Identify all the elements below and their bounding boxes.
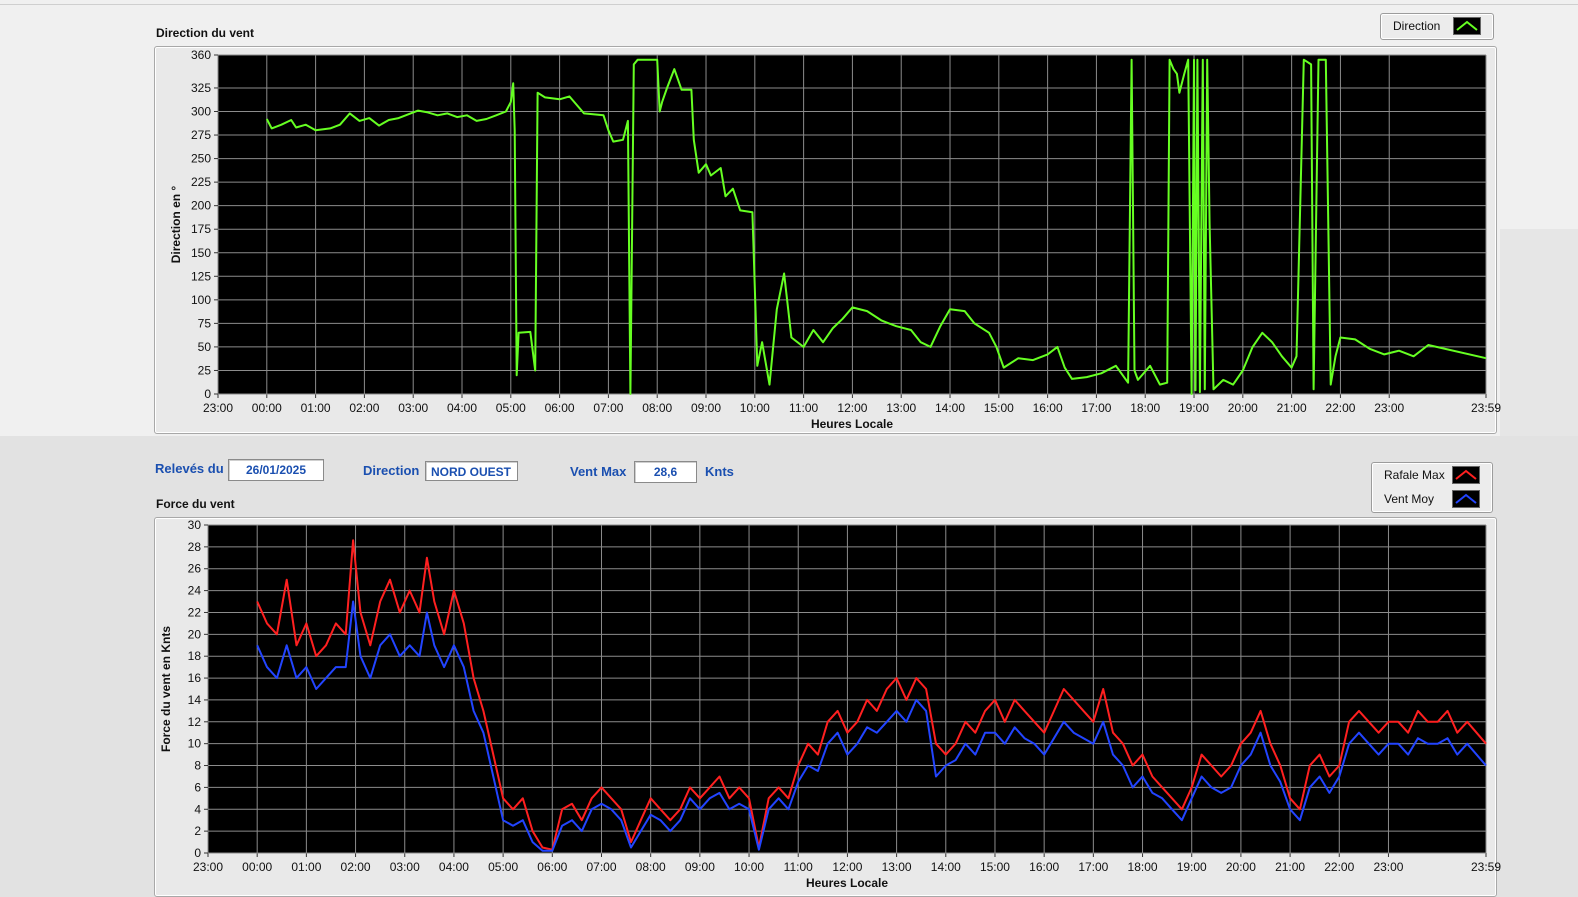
x-tick-label: 04:00: [439, 860, 469, 874]
y-tick-label: 16: [188, 671, 202, 685]
y-tick-label: 0: [194, 846, 201, 860]
y-tick-label: 10: [188, 737, 202, 751]
x-tick-label: 06:00: [537, 860, 567, 874]
x-tick-label: 17:00: [1078, 860, 1108, 874]
y-tick-label: 14: [188, 693, 202, 707]
y-tick-label: 26: [188, 562, 202, 576]
y-tick-label: 24: [188, 584, 202, 598]
x-tick-label: 01:00: [291, 860, 321, 874]
x-axis-label: Heures Locale: [806, 876, 888, 890]
x-tick-label: 20:00: [1226, 860, 1256, 874]
x-tick-label: 09:00: [685, 860, 715, 874]
x-tick-label: 15:00: [980, 860, 1010, 874]
x-tick-label: 23:00: [193, 860, 223, 874]
x-tick-label: 13:00: [882, 860, 912, 874]
x-tick-label: 21:00: [1275, 860, 1305, 874]
y-axis-label: Force du vent en Knts: [159, 626, 173, 752]
x-tick-label: 02:00: [341, 860, 371, 874]
x-tick-label: 16:00: [1029, 860, 1059, 874]
y-tick-label: 20: [188, 627, 202, 641]
force-chart: 23:00 00:00 01:00 02:00 03:00 04:00 05:00 06:00…: [159, 518, 1501, 890]
x-tick-label: 19:00: [1177, 860, 1207, 874]
y-tick-label: 30: [188, 518, 202, 532]
x-tick-label: 05:00: [488, 860, 518, 874]
x-tick-label: 23:59: [1471, 860, 1501, 874]
y-tick-label: 2: [194, 824, 201, 838]
x-tick-label: 18:00: [1128, 860, 1158, 874]
x-tick-label: 00:00: [242, 860, 272, 874]
y-tick-label: 12: [188, 715, 202, 729]
x-tick-label: 10:00: [734, 860, 764, 874]
x-tick-label: 03:00: [390, 860, 420, 874]
y-tick-label: 18: [188, 649, 202, 663]
y-tick-label: 8: [194, 759, 201, 773]
y-tick-label: 6: [194, 780, 201, 794]
y-tick-label: 28: [188, 540, 202, 554]
y-tick-label: 4: [194, 802, 201, 816]
x-tick-label: 22:00: [1324, 860, 1354, 874]
x-tick-label: 11:00: [784, 860, 813, 874]
x-tick-label: 08:00: [636, 860, 666, 874]
x-tick-label: 14:00: [931, 860, 961, 874]
x-tick-label: 12:00: [832, 860, 862, 874]
y-tick-label: 22: [188, 605, 202, 619]
x-tick-label: 07:00: [586, 860, 616, 874]
x-tick-label: 23:00: [1373, 860, 1403, 874]
